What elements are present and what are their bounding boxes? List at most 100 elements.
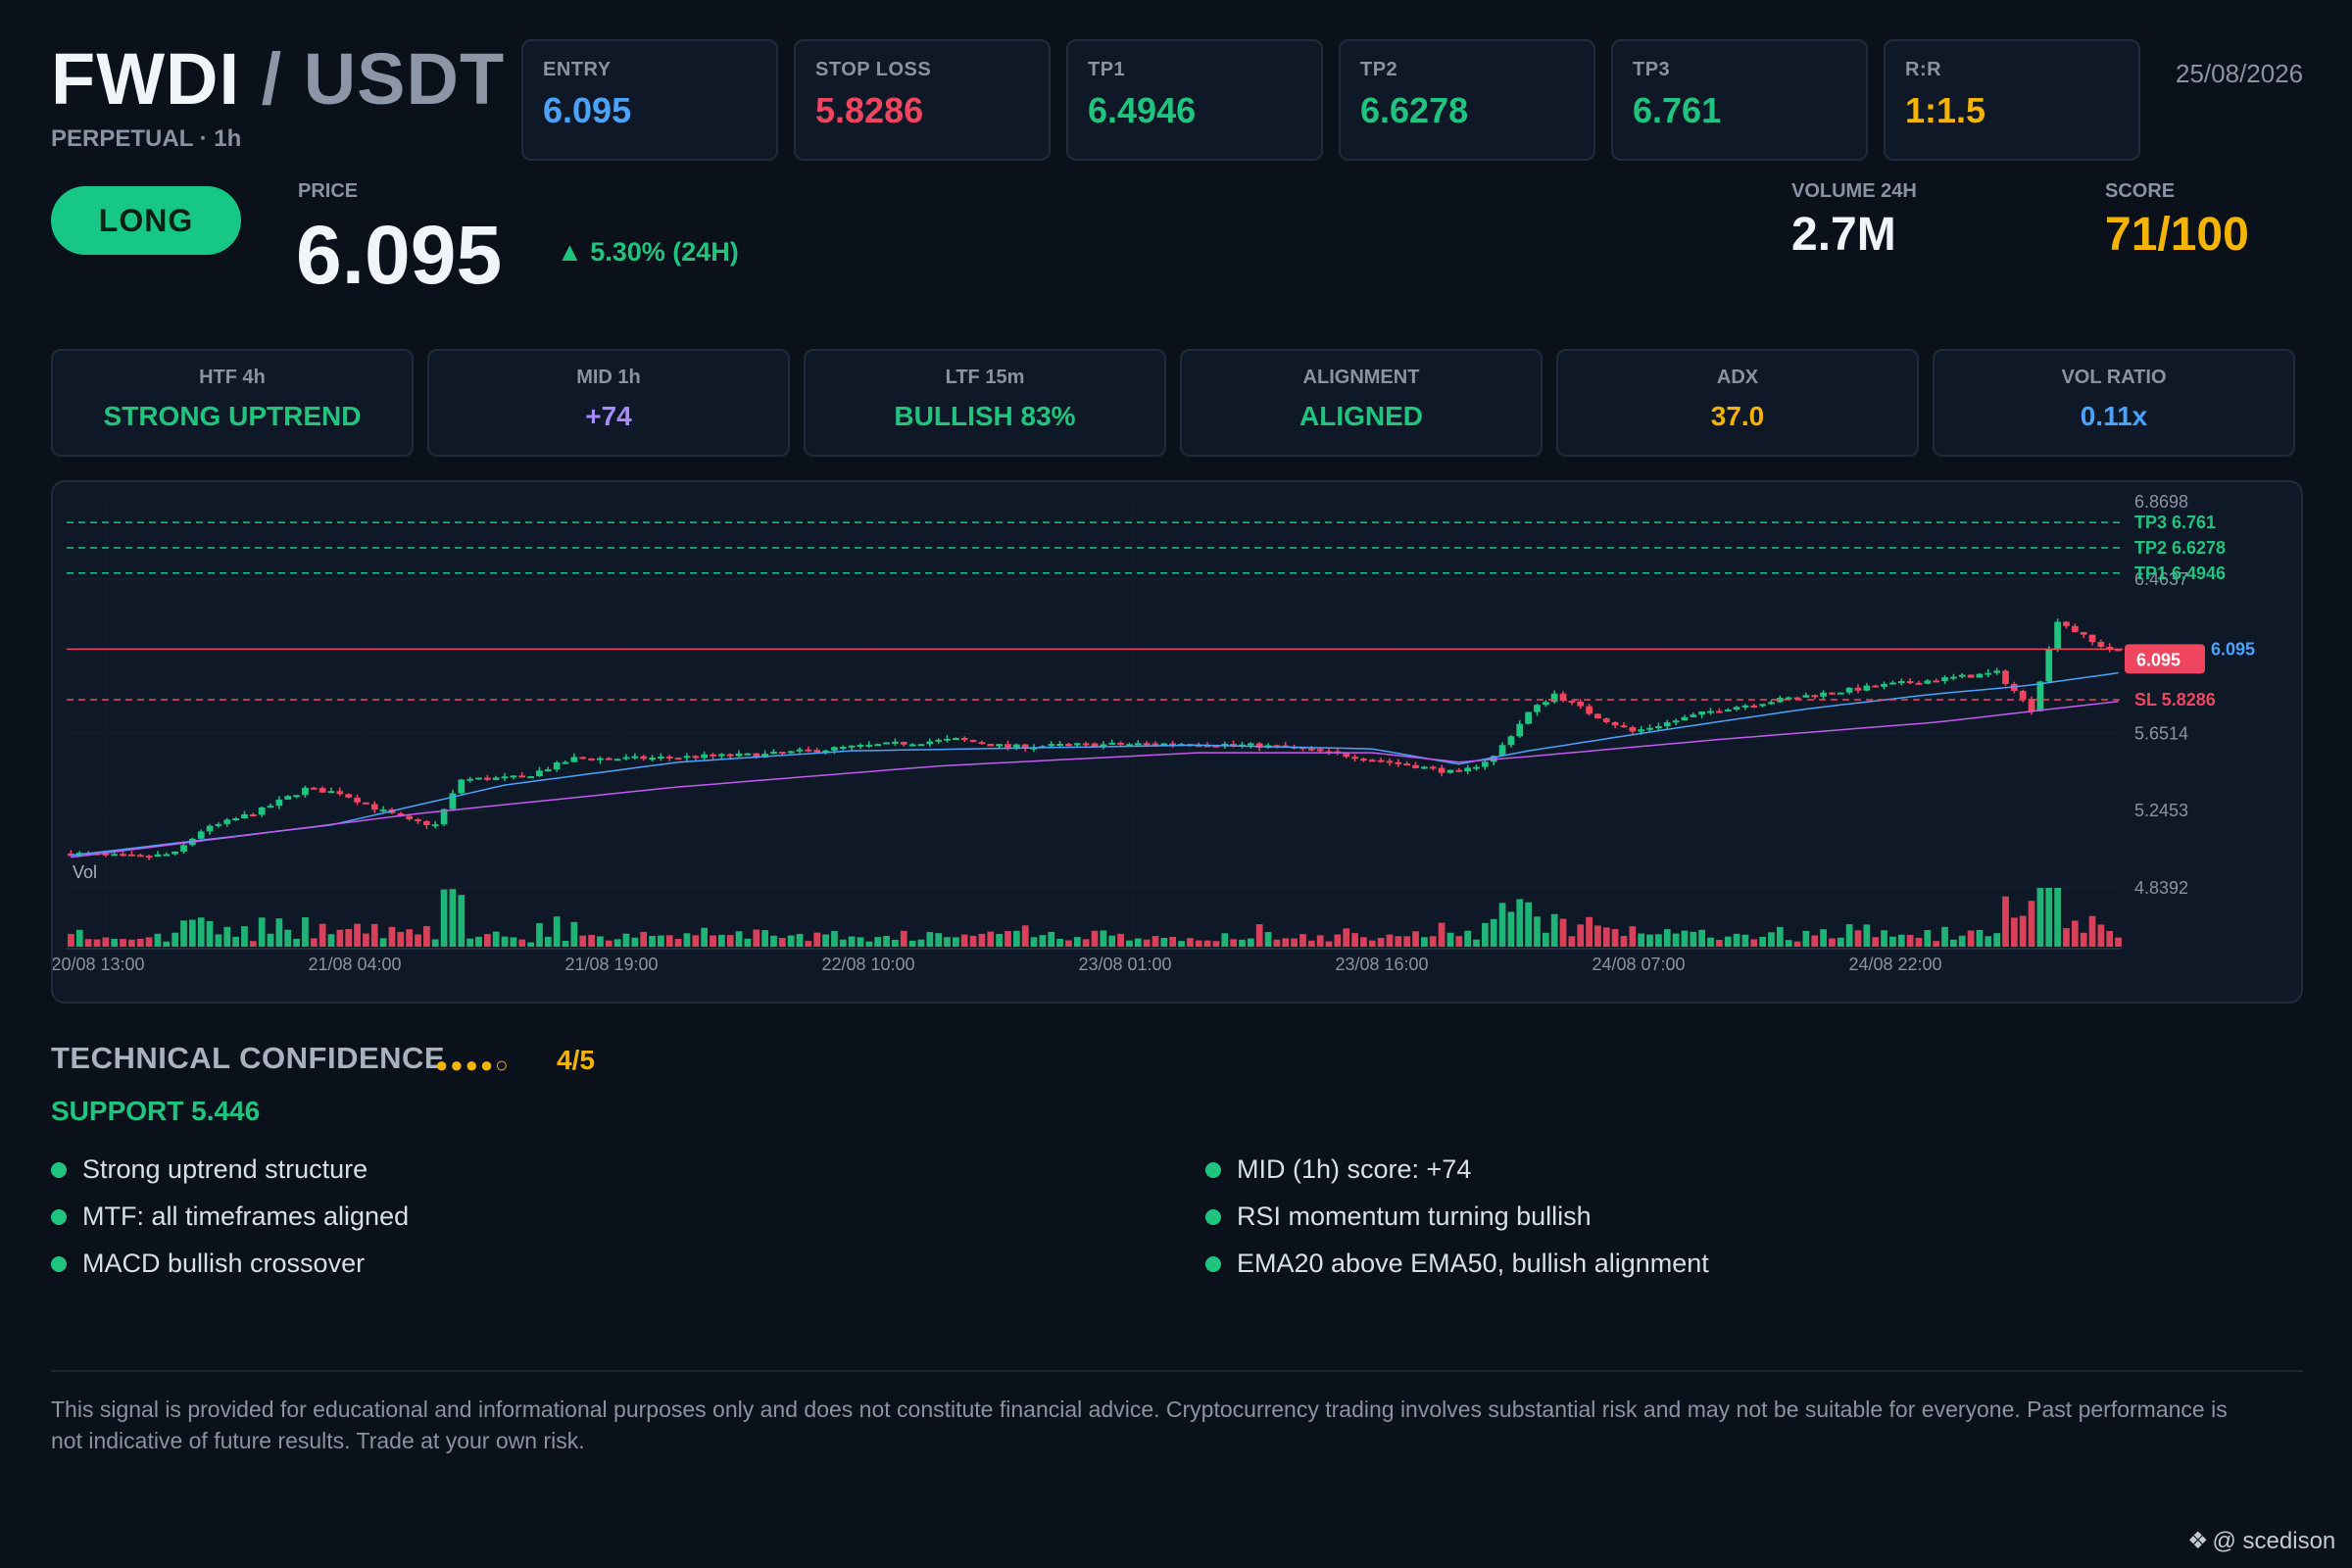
y-tick-label: 5.2453	[2134, 801, 2188, 820]
volume-bar	[1967, 930, 1975, 947]
volume-bar	[345, 929, 353, 947]
x-tick-label: 21/08 19:00	[564, 955, 658, 974]
candle-body	[640, 756, 648, 760]
volume-bar	[527, 942, 534, 947]
candle-body	[241, 813, 248, 819]
volume-bar	[1255, 924, 1263, 947]
candle-body	[2028, 699, 2035, 711]
volume-bar	[1802, 930, 1810, 947]
tp2-level-label: TP2 6.6278	[2134, 538, 2226, 558]
candle-body	[136, 855, 144, 858]
volume-bar	[1282, 938, 1290, 947]
volume-bar	[1455, 936, 1463, 947]
x-tick-label: 23/08 01:00	[1078, 955, 1171, 974]
candle-body	[2071, 625, 2079, 632]
candle-body	[1915, 682, 1923, 685]
tp1-level-label: TP1 6.4946	[2134, 564, 2226, 583]
volume-bar	[1351, 933, 1358, 947]
volume-bar	[787, 935, 795, 947]
watermark: ❖ @ scedison	[2187, 1527, 2335, 1555]
volume-bar	[1542, 932, 1549, 947]
tp3-level-label: TP3 6.761	[2134, 513, 2216, 532]
volume-bar	[431, 939, 439, 947]
candle-body	[475, 777, 482, 780]
candle-body	[735, 753, 743, 757]
candle-body	[579, 757, 587, 760]
candle-body	[796, 749, 804, 752]
candle-body	[1012, 744, 1020, 748]
candle-body	[1368, 760, 1376, 762]
volume-bar	[1716, 940, 1723, 947]
candle-body	[345, 794, 353, 798]
volume-bar	[163, 941, 171, 947]
volume-bar	[1958, 935, 1966, 947]
volume-bar	[1872, 937, 1880, 947]
volume-bar	[1829, 938, 1836, 947]
volume-bar	[492, 931, 500, 947]
candle-body	[2054, 621, 2061, 649]
confidence-title: TECHNICAL CONFIDENCE	[51, 1041, 446, 1075]
volume-bar	[1377, 938, 1385, 947]
candle-body	[197, 831, 205, 839]
candle-body	[154, 854, 162, 858]
volume-label: VOLUME 24H	[1791, 180, 1917, 202]
candle-body	[1455, 769, 1463, 772]
volume-bar	[363, 933, 369, 947]
volume-bar	[458, 895, 466, 947]
metric-htf-label: HTF 4h	[199, 367, 266, 388]
volume-bar	[1004, 931, 1011, 947]
volume-bar	[318, 923, 326, 947]
volume-bar	[1021, 925, 1029, 947]
volume-bar	[1550, 913, 1558, 947]
volume-bar	[960, 934, 968, 947]
candle-body	[1802, 695, 1810, 698]
volume-bar	[1733, 933, 1740, 947]
metric-vol-ratio-label: VOL RATIO	[2061, 367, 2167, 388]
candle-body	[649, 758, 656, 760]
metric-adx-value: 37.0	[1710, 401, 1765, 431]
candle-body	[1638, 729, 1645, 732]
candle-body	[423, 821, 430, 825]
candle-body	[908, 744, 916, 747]
candle-body	[1950, 676, 1957, 679]
candle-body	[1550, 693, 1558, 703]
candle-body	[770, 752, 777, 755]
candle-body	[1247, 743, 1254, 746]
candle-body	[2045, 648, 2053, 682]
candle-body	[883, 742, 890, 745]
volume-bar	[649, 936, 656, 947]
volume-bar	[1178, 941, 1185, 947]
volume-bar	[908, 940, 916, 947]
metric-vol-ratio-value: 0.11x	[2080, 401, 2148, 431]
candle-body	[354, 797, 361, 803]
volume-bar	[483, 934, 491, 947]
volume-bar	[154, 933, 162, 947]
tp1-card: TP1 6.4946	[1066, 39, 1323, 161]
volume-bar	[1481, 922, 1489, 947]
candle-body	[805, 749, 812, 752]
volume-bar	[570, 921, 578, 947]
candle-body	[2088, 634, 2096, 643]
volume-bar	[1403, 936, 1411, 947]
volume-bar	[466, 938, 473, 947]
candle-body	[1568, 700, 1576, 703]
candle-body	[726, 754, 734, 757]
volume-bar	[1091, 930, 1099, 947]
volume-bar	[518, 939, 526, 947]
candle-body	[1993, 670, 2001, 673]
volume-bar	[813, 932, 821, 947]
candlestick-chart: 6.86986.46375.65145.24534.8392TP3 6.761T…	[53, 492, 2255, 974]
candle-body	[778, 752, 786, 755]
candle-body	[1958, 674, 1966, 677]
candle-body	[370, 804, 378, 810]
bullet-dot-icon	[51, 1161, 67, 1178]
candle-body	[518, 775, 526, 778]
metric-htf-value: STRONG UPTREND	[103, 401, 362, 431]
volume-bar	[1012, 930, 1020, 947]
candle-body	[1421, 766, 1428, 769]
volume-bar	[1611, 929, 1619, 947]
volume-bar	[370, 923, 378, 947]
candle-body	[1768, 702, 1775, 705]
y-tick-label: 6.8698	[2134, 492, 2188, 512]
volume-bar	[68, 934, 74, 947]
